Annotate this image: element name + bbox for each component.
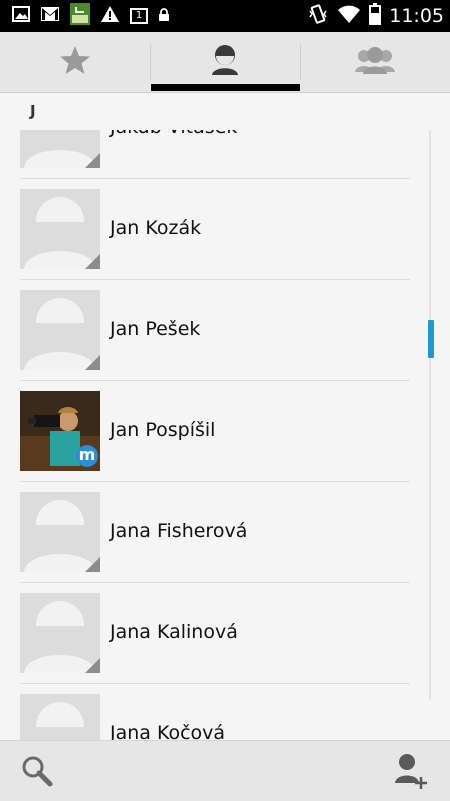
add-contact-icon[interactable] (392, 751, 432, 795)
quick-contact-corner-icon (85, 658, 100, 673)
contact-name: Jana Fisherová (110, 520, 248, 542)
quick-contact-corner-icon (85, 153, 100, 168)
star-icon (59, 45, 91, 79)
calendar-day: 1 (135, 10, 143, 21)
contact-row[interactable]: Jana Kalinová (0, 583, 450, 684)
scrollbar-track (429, 130, 431, 700)
bottom-action-bar (0, 740, 450, 801)
notification-icons: 1 (12, 3, 170, 29)
wifi-icon (337, 4, 361, 28)
contact-photo-placeholder[interactable] (20, 189, 100, 269)
quick-contact-corner-icon (85, 355, 100, 370)
contact-name: Jan Kozák (110, 217, 202, 239)
status-bar: 1 11:05 (0, 0, 450, 32)
fast-scroll-thumb[interactable] (428, 320, 434, 358)
section-header-letter: J (30, 102, 36, 120)
contact-row[interactable]: Jana Fisherová (0, 482, 450, 583)
system-icons: 11:05 (307, 3, 444, 29)
tab-contacts[interactable] (150, 32, 300, 92)
search-icon[interactable] (20, 755, 54, 791)
contact-photo-placeholder[interactable] (20, 492, 100, 572)
calendar-icon: 1 (130, 8, 148, 24)
warning-icon (100, 5, 120, 27)
contact-row[interactable]: Jan Kozák (0, 179, 450, 280)
vibrate-icon (307, 3, 329, 29)
contact-photo-placeholder[interactable] (20, 130, 100, 168)
contact-photo-placeholder[interactable] (20, 593, 100, 673)
quick-contact-corner-icon (85, 254, 100, 269)
contact-list-viewport[interactable]: Jakub Vitásek Jan Kozák Jan Pešek m Jan Posp… (0, 130, 450, 740)
tab-bar (0, 32, 450, 93)
tab-groups[interactable] (300, 32, 450, 92)
contact-name: Jan Pospíšil (110, 419, 216, 441)
battery-icon (369, 3, 382, 29)
gmail-icon (40, 6, 60, 26)
contact-photo[interactable]: m (20, 391, 100, 471)
contact-name: Jana Kalinová (110, 621, 238, 643)
contact-name: Jana Kočová (110, 722, 226, 740)
lock-icon (158, 7, 170, 26)
account-badge-icon: m (76, 445, 98, 467)
contact-photo-placeholder[interactable] (20, 694, 100, 740)
contact-photo-placeholder[interactable] (20, 290, 100, 370)
contact-row[interactable]: Jan Pešek (0, 280, 450, 381)
contact-row[interactable]: Jana Kočová (0, 684, 450, 740)
person-icon (210, 44, 240, 80)
contact-row[interactable]: Jakub Vitásek (0, 130, 450, 179)
tab-favorites[interactable] (0, 32, 150, 92)
gallery-icon (12, 6, 30, 26)
contact-name: Jakub Vitásek (110, 130, 237, 138)
contact-row[interactable]: m Jan Pospíšil (0, 381, 450, 482)
group-icon (355, 46, 395, 78)
quick-contact-corner-icon (85, 557, 100, 572)
clock: 11:05 (389, 5, 444, 27)
contact-name: Jan Pešek (110, 318, 201, 340)
app-download-icon (70, 3, 90, 29)
contact-list: Jakub Vitásek Jan Kozák Jan Pešek m Jan Posp… (0, 130, 450, 740)
selected-tab-indicator (151, 84, 300, 91)
